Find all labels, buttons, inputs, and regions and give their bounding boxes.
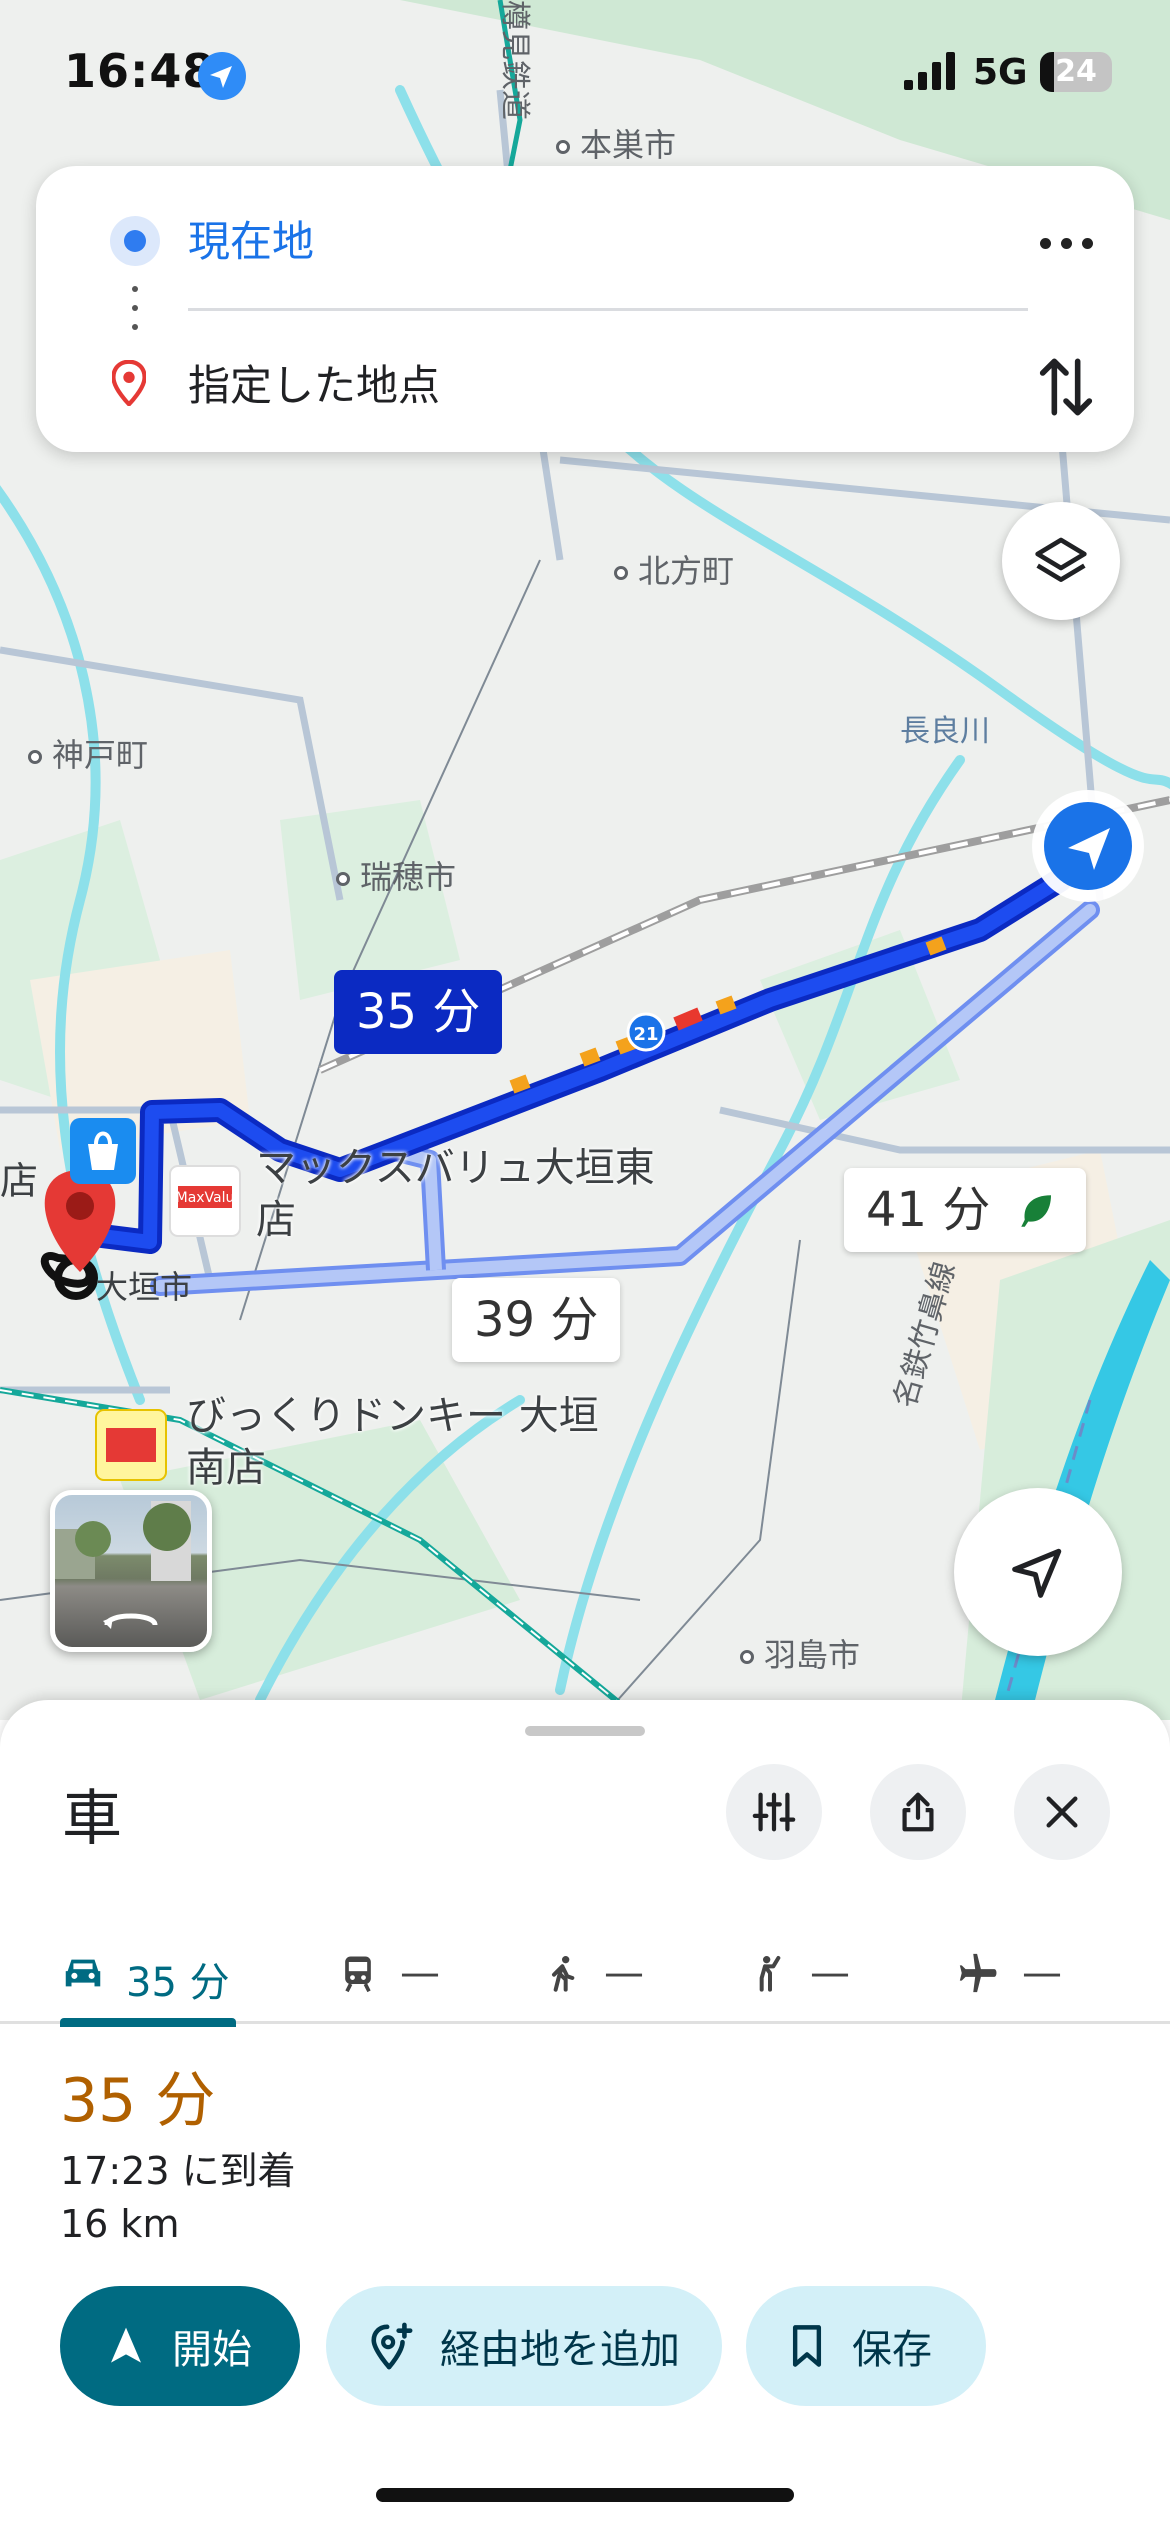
directions-bottom-sheet: 車 35 分 — — — — 35 分 17:23 に到着 16 km 開始 経… [0, 1700, 1170, 2532]
place-dot-icon [28, 750, 42, 764]
river-nagara: 長良川 [900, 714, 990, 749]
travel-mode-tabs: 35 分 — — — — [0, 1928, 1170, 2027]
route-search-card: 現在地 指定した地点 [36, 166, 1134, 452]
tab-flights[interactable]: — [956, 1928, 1086, 2024]
route-duration: 35 分 [60, 2066, 216, 2136]
arrival-time: 17:23 に到着 [60, 2149, 296, 2193]
close-icon [1046, 1796, 1078, 1828]
poi-maxvalu[interactable]: マックスバリュ大垣東店 [256, 1142, 686, 1246]
place-godo: 神戸町 [28, 730, 148, 776]
sheet-grabber[interactable] [525, 1726, 645, 1736]
add-waypoint-button[interactable]: 経由地を追加 [326, 2286, 722, 2406]
status-bar: 16:48 5G 24 [0, 0, 1170, 150]
location-active-icon [198, 52, 246, 100]
street-view-image [55, 1501, 191, 1629]
tab-transit-label: — [400, 1950, 440, 1996]
tab-flights-label: — [1022, 1950, 1062, 1996]
route-time-alt-1[interactable]: 39 分 [452, 1278, 621, 1362]
status-time: 16:48 [64, 44, 216, 98]
svg-text:MaxValu: MaxValu [176, 1190, 235, 1206]
poi-donki[interactable]: びっくりドンキー 大垣南店 [186, 1390, 626, 1494]
tab-driving-label: 35 分 [126, 1960, 230, 2006]
navigation-arrow-icon [1012, 1548, 1062, 1598]
place-hashima: 羽島市 [740, 1630, 860, 1676]
route-shield-21: 21 [633, 1024, 658, 1045]
tab-ride-hail-label: — [810, 1950, 850, 1996]
eco-leaf-icon [1021, 1195, 1052, 1227]
share-button[interactable] [870, 1764, 966, 1860]
route-connector-icon [132, 286, 138, 346]
tab-transit[interactable]: — [336, 1928, 466, 2024]
save-button[interactable]: 保存 [746, 2286, 986, 2406]
layers-button[interactable] [1002, 502, 1120, 620]
ride-hail-icon [759, 1956, 781, 1992]
tab-walking-label: — [604, 1950, 644, 1996]
route-time-alt-2-label: 41 分 [866, 1182, 991, 1238]
close-button[interactable] [1014, 1764, 1110, 1860]
walk-icon [552, 1956, 575, 1992]
route-time-primary[interactable]: 35 分 [334, 970, 503, 1054]
tab-walking[interactable]: — [544, 1928, 674, 2024]
destination-field[interactable]: 指定した地点 [188, 352, 440, 413]
add-waypoint-label: 経由地を追加 [440, 2327, 680, 2373]
tune-icon [752, 1792, 796, 1832]
swap-button[interactable] [1038, 352, 1094, 422]
share-icon [902, 1792, 934, 1832]
flight-icon [959, 1953, 997, 1993]
add-location-icon [371, 2322, 413, 2370]
street-view-thumbnail[interactable] [50, 1490, 212, 1652]
start-button[interactable]: 開始 [60, 2286, 300, 2406]
place-mizuho: 瑞穂市 [336, 852, 456, 898]
route-time-alt-2[interactable]: 41 分 [844, 1168, 1087, 1252]
place-kitagata: 北方町 [614, 546, 734, 592]
tab-driving[interactable]: 35 分 [60, 1928, 236, 2027]
home-indicator[interactable] [376, 2488, 794, 2502]
route-options-button[interactable] [726, 1764, 822, 1860]
place-dot-icon [614, 566, 628, 580]
train-icon [345, 1956, 371, 1993]
more-options-button[interactable] [1032, 218, 1102, 268]
origin-dot-icon [110, 216, 160, 266]
route-distance: 16 km [60, 2202, 180, 2246]
battery-icon: 24 [1040, 52, 1112, 92]
layers-icon [1035, 537, 1087, 582]
origin-field[interactable]: 現在地 [188, 208, 314, 269]
place-dot-icon [336, 872, 350, 886]
save-button-label: 保存 [852, 2327, 932, 2373]
tab-ride-hail[interactable]: — [750, 1928, 880, 2024]
place-dot-icon [740, 1650, 754, 1664]
store-edge-label: 店 [0, 1159, 39, 1203]
place-ogaki: 大垣市 [96, 1268, 193, 1306]
map-view[interactable]: MaxValu 21 本巣市 北方町 神戸町 瑞穂市 大垣市 羽島市 長良川 名… [0, 0, 1170, 1720]
cellular-signal-icon [904, 52, 955, 90]
network-type: 5G [973, 52, 1028, 93]
car-icon [65, 1959, 101, 1987]
navigation-start-icon [111, 2327, 141, 2363]
recenter-button[interactable] [954, 1488, 1122, 1656]
travel-mode-title: 車 [62, 1784, 122, 1854]
battery-level: 24 [1055, 54, 1097, 89]
field-divider [188, 308, 1028, 311]
start-button-label: 開始 [172, 2327, 252, 2373]
bookmark-icon [792, 2325, 822, 2367]
destination-pin-icon [112, 360, 146, 406]
